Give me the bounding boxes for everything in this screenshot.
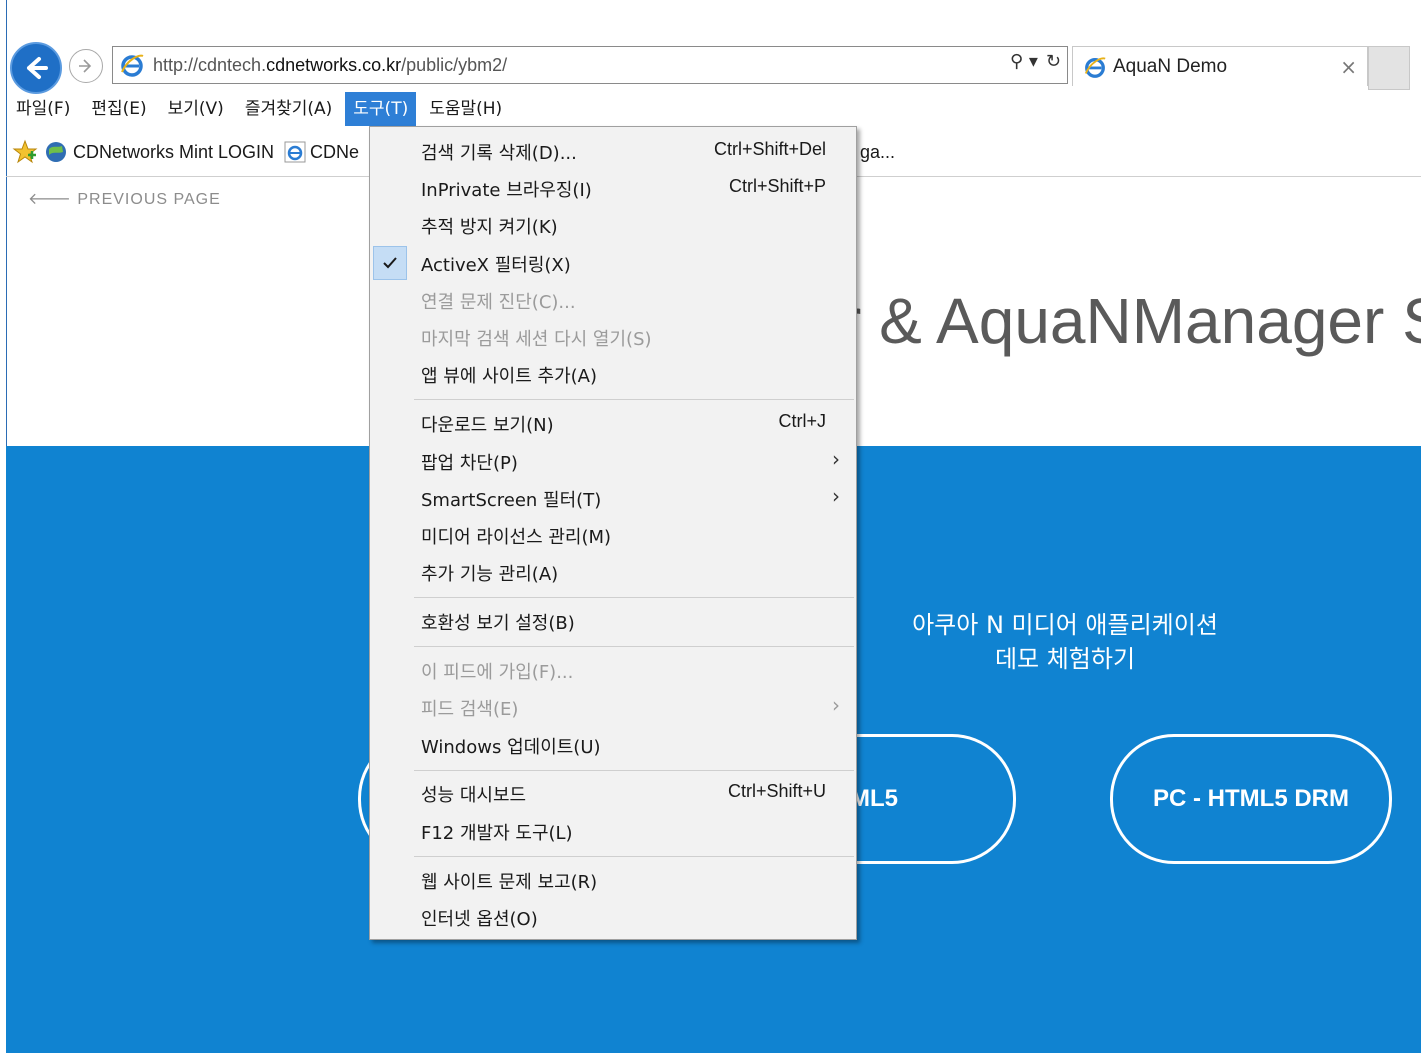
- globe-icon: [46, 142, 66, 162]
- browser-tab[interactable]: AquaN Demo ×: [1072, 46, 1368, 86]
- menu-item-smartscreen[interactable]: SmartScreen 필터(T) ›: [370, 480, 856, 516]
- menu-item-tracking-protection[interactable]: 추적 방지 켜기(K): [370, 207, 856, 243]
- chevron-right-icon: ›: [832, 447, 840, 471]
- chevron-right-icon: ›: [832, 484, 840, 508]
- menu-item-diagnose-connection: 연결 문제 진단(C)...: [421, 292, 576, 313]
- menu-item-delete-history[interactable]: 검색 기록 삭제(D)... Ctrl+Shift+Del: [370, 133, 856, 169]
- ie-icon: [121, 54, 144, 77]
- forward-arrow-icon: [79, 59, 92, 73]
- menu-item-manage-addons[interactable]: 추가 기능 관리(A): [370, 554, 856, 590]
- favorite-link-cdnetworks-mint[interactable]: CDNetworks Mint LOGIN: [73, 142, 274, 163]
- back-arrow-icon: [27, 57, 48, 79]
- menu-item-reopen-session: 마지막 검색 세션 다시 열기(S): [421, 329, 652, 350]
- favorites-star-icon[interactable]: [12, 139, 38, 165]
- menu-separator: [414, 597, 854, 598]
- favorite-link-truncated[interactable]: ga...: [860, 142, 895, 163]
- menu-view[interactable]: 보기(V): [160, 92, 232, 126]
- menu-item-internet-options[interactable]: 인터넷 옵션(O): [370, 899, 856, 935]
- menu-help[interactable]: 도움말(H): [421, 92, 510, 126]
- refresh-icon[interactable]: ↻: [1046, 51, 1061, 72]
- page-title: r & AquaNManager S: [840, 285, 1421, 357]
- pc-html5-drm-button[interactable]: PC - HTML5 DRM: [1110, 734, 1392, 864]
- menu-item-activex-filtering[interactable]: ActiveX 필터링(X): [370, 245, 856, 281]
- menu-separator: [414, 770, 854, 771]
- forward-button[interactable]: [69, 49, 103, 83]
- chevron-right-icon: ›: [832, 693, 840, 717]
- menu-item-subscribe-feed: 이 피드에 가입(F)...: [421, 662, 574, 683]
- address-bar[interactable]: http://cdntech.cdnetworks.co.kr/public/y…: [112, 46, 1068, 84]
- menu-separator: [414, 856, 854, 857]
- menu-item-performance-dashboard[interactable]: 성능 대시보드 Ctrl+Shift+U: [370, 775, 856, 811]
- menu-item-compatibility-view[interactable]: 호환성 보기 설정(B): [370, 603, 856, 639]
- demo-heading-line2: 데모 체험하기: [994, 645, 1136, 673]
- close-icon[interactable]: ×: [1340, 55, 1357, 79]
- tools-dropdown-menu: 검색 기록 삭제(D)... Ctrl+Shift+Del InPrivate …: [369, 126, 857, 940]
- new-tab-button[interactable]: [1368, 46, 1410, 90]
- search-dropdown-icon[interactable]: ⚲ ▾: [1010, 51, 1038, 72]
- check-icon: [373, 246, 407, 280]
- ie-icon: [1084, 56, 1106, 78]
- back-button[interactable]: [10, 42, 62, 94]
- favorites-bar: CDNetworks Mint LOGIN CDNe: [12, 132, 359, 172]
- menu-item-view-downloads[interactable]: 다운로드 보기(N) Ctrl+J: [370, 405, 856, 441]
- menu-item-f12-developer-tools[interactable]: F12 개발자 도구(L): [370, 813, 856, 849]
- tab-title: AquaN Demo: [1113, 55, 1228, 77]
- menu-file[interactable]: 파일(F): [8, 92, 78, 126]
- menu-favorites[interactable]: 즐겨찾기(A): [237, 92, 340, 126]
- menu-item-add-site-app-view[interactable]: 앱 뷰에 사이트 추가(A): [370, 356, 856, 392]
- arrow-left-icon: 🡐: [28, 191, 78, 208]
- demo-heading-line1: 아쿠아 N 미디어 애플리케이션: [912, 611, 1218, 639]
- menu-item-popup-blocker[interactable]: 팝업 차단(P) ›: [370, 443, 856, 479]
- menu-separator: [414, 646, 854, 647]
- demo-heading: 아쿠아 N 미디어 애플리케이션 데모 체험하기: [880, 608, 1250, 676]
- menu-item-inprivate[interactable]: InPrivate 브라우징(I) Ctrl+Shift+P: [370, 170, 856, 206]
- favorite-link-cdnetworks[interactable]: CDNe: [310, 142, 359, 163]
- menu-edit[interactable]: 편집(E): [83, 92, 154, 126]
- menu-bar: 파일(F) 편집(E) 보기(V) 즐겨찾기(A) 도구(T) 도움말(H): [8, 92, 515, 126]
- menu-item-media-licenses[interactable]: 미디어 라이선스 관리(M): [370, 517, 856, 553]
- previous-page-link[interactable]: 🡐 PREVIOUS PAGE: [28, 188, 221, 209]
- menu-item-report-website-problems[interactable]: 웹 사이트 문제 보고(R): [370, 862, 856, 898]
- ie-page-icon: [284, 141, 306, 163]
- menu-separator: [414, 399, 854, 400]
- menu-item-windows-update[interactable]: Windows 업데이트(U): [370, 727, 856, 763]
- menu-tools[interactable]: 도구(T): [345, 92, 417, 126]
- menu-item-feed-discovery: 피드 검색(E) ›: [421, 693, 840, 720]
- url-text[interactable]: http://cdntech.cdnetworks.co.kr/public/y…: [153, 55, 507, 76]
